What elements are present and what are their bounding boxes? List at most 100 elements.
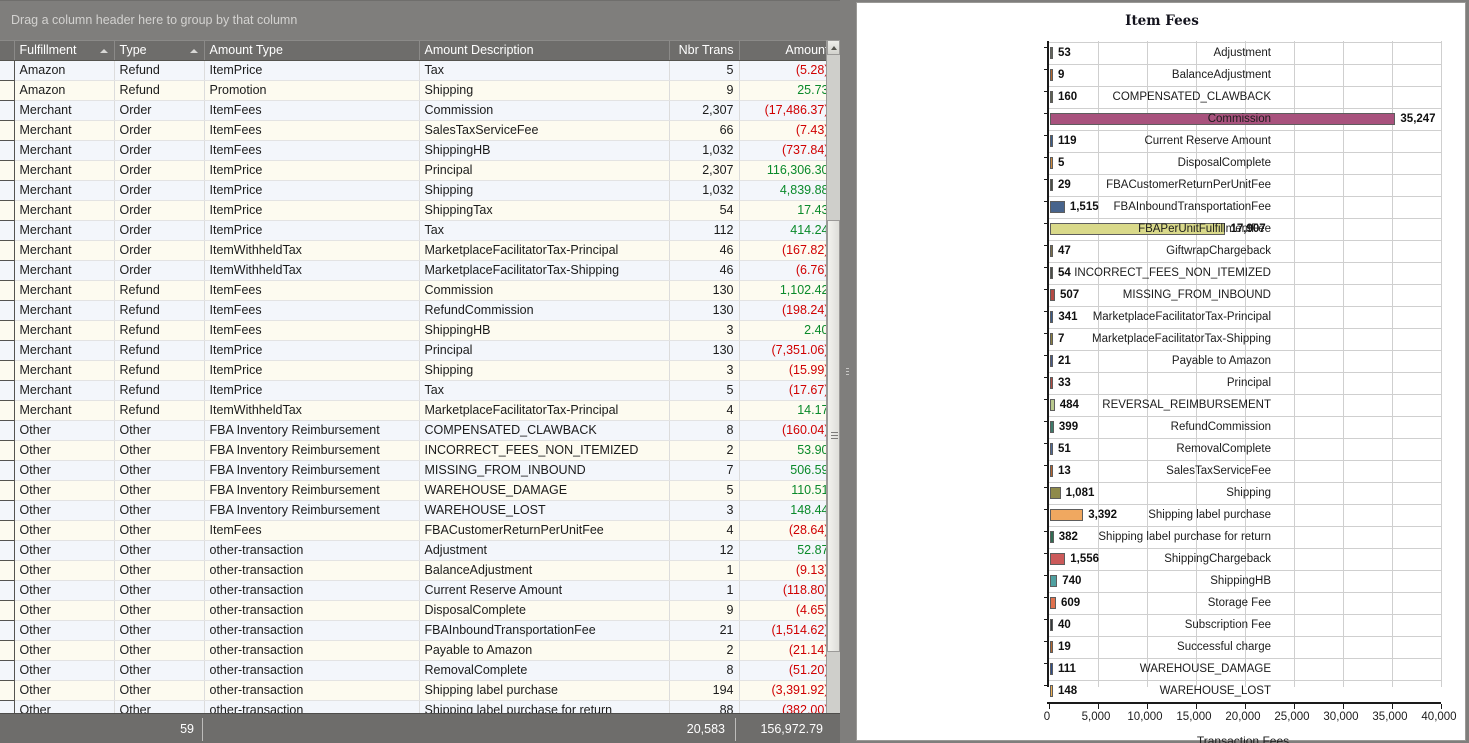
cell-amount: 52.87 xyxy=(739,540,835,561)
row-indicator-cell[interactable] xyxy=(0,380,15,401)
chart-x-tick-label: 40,000 xyxy=(1421,711,1457,723)
table-row[interactable]: Merchant Order ItemPrice ShippingTax 54 17.43 xyxy=(0,200,835,221)
table-row[interactable]: Merchant Refund ItemFees ShippingHB 3 2.40 xyxy=(0,320,835,341)
row-indicator-cell[interactable] xyxy=(0,420,15,441)
cell-nbr-trans: 1 xyxy=(669,580,740,601)
row-indicator-cell[interactable] xyxy=(0,400,15,421)
table-row[interactable]: Merchant Order ItemWithheldTax MarketplaceF… xyxy=(0,260,835,281)
cell-nbr-trans: 4 xyxy=(669,520,740,541)
column-header-amount-description[interactable]: Amount Description xyxy=(419,40,670,61)
table-row[interactable]: Amazon Refund ItemPrice Tax 5 (5.28) xyxy=(0,60,835,81)
cell-type: Other xyxy=(114,500,205,521)
row-indicator-cell[interactable] xyxy=(0,660,15,681)
row-indicator-cell[interactable] xyxy=(0,440,15,461)
row-indicator-cell[interactable] xyxy=(0,220,15,241)
table-row[interactable]: Merchant Refund ItemPrice Shipping 3 (15.99) xyxy=(0,360,835,381)
table-row[interactable]: Other Other other-transaction FBAInboundTra… xyxy=(0,620,835,641)
row-indicator-cell[interactable] xyxy=(0,140,15,161)
table-row[interactable]: Merchant Refund ItemFees RefundCommission 13… xyxy=(0,300,835,321)
row-indicator-cell[interactable] xyxy=(0,600,15,621)
row-indicator-cell[interactable] xyxy=(0,160,15,181)
chart-gridline-horizontal xyxy=(1049,636,1441,637)
cell-amount: (5.28) xyxy=(739,60,835,81)
cell-type: Other xyxy=(114,600,205,621)
row-indicator-cell[interactable] xyxy=(0,240,15,261)
row-indicator-cell[interactable] xyxy=(0,680,15,701)
cell-amount-type: ItemFees xyxy=(204,120,420,141)
row-indicator-cell[interactable] xyxy=(0,100,15,121)
row-indicator-cell[interactable] xyxy=(0,360,15,381)
row-indicator-cell[interactable] xyxy=(0,580,15,601)
table-row[interactable]: Other Other FBA Inventory Reimbursement WAR… xyxy=(0,500,835,521)
table-row[interactable]: Merchant Refund ItemFees Commission 130 1,102… xyxy=(0,280,835,301)
chevron-up-icon xyxy=(831,46,837,50)
cell-amount-type: other-transaction xyxy=(204,540,420,561)
row-indicator-cell[interactable] xyxy=(0,640,15,661)
row-indicator-cell[interactable] xyxy=(0,460,15,481)
table-row[interactable]: Merchant Order ItemFees SalesTaxServiceFee 6… xyxy=(0,120,835,141)
table-row[interactable]: Other Other other-transaction BalanceAdjust… xyxy=(0,560,835,581)
table-row[interactable]: Merchant Order ItemWithheldTax MarketplaceF… xyxy=(0,240,835,261)
cell-amount-type: ItemPrice xyxy=(204,360,420,381)
column-header-type[interactable]: Type xyxy=(114,40,205,61)
row-indicator-cell[interactable] xyxy=(0,620,15,641)
row-indicator-cell[interactable] xyxy=(0,560,15,581)
row-indicator-cell[interactable] xyxy=(0,520,15,541)
table-row[interactable]: Merchant Order ItemFees Commission 2,307 (17,… xyxy=(0,100,835,121)
table-row[interactable]: Other Other other-transaction Payable to Am… xyxy=(0,640,835,661)
table-row[interactable]: Merchant Order ItemFees ShippingHB 1,032 (737… xyxy=(0,140,835,161)
row-indicator-cell[interactable] xyxy=(0,480,15,501)
row-indicator-cell[interactable] xyxy=(0,300,15,321)
row-indicator-cell[interactable] xyxy=(0,340,15,361)
table-row[interactable]: Amazon Refund Promotion Shipping 9 25.73 xyxy=(0,80,835,101)
table-row[interactable]: Merchant Refund ItemPrice Tax 5 (17.67) xyxy=(0,380,835,401)
row-indicator-cell[interactable] xyxy=(0,80,15,101)
chart-gridline-vertical xyxy=(1294,41,1295,687)
row-indicator-cell[interactable] xyxy=(0,260,15,281)
row-indicator-cell[interactable] xyxy=(0,60,15,81)
table-row[interactable]: Other Other FBA Inventory Reimbursement WAR… xyxy=(0,480,835,501)
cell-amount: (21.14) xyxy=(739,640,835,661)
scrollbar-thumb[interactable] xyxy=(827,220,840,652)
grid-scroll-area[interactable]: Fulfillment Type Amount Type Amount Desc… xyxy=(0,40,840,721)
table-row[interactable]: Merchant Refund ItemPrice Principal 130 (7,35… xyxy=(0,340,835,361)
table-row[interactable]: Merchant Order ItemPrice Shipping 1,032 4,839… xyxy=(0,180,835,201)
row-indicator-cell[interactable] xyxy=(0,500,15,521)
table-row[interactable]: Merchant Order ItemPrice Principal 2,307 116,… xyxy=(0,160,835,181)
table-row[interactable]: Other Other other-transaction Current Reser… xyxy=(0,580,835,601)
table-row[interactable]: Merchant Refund ItemWithheldTax Marketplace… xyxy=(0,400,835,421)
cell-fulfillment: Merchant xyxy=(14,200,115,221)
table-row[interactable]: Other Other ItemFees FBACustomerReturnPerUn… xyxy=(0,520,835,541)
column-header-nbr-trans[interactable]: Nbr Trans xyxy=(669,40,740,61)
column-header-label: Amount xyxy=(785,43,829,57)
cell-amount: (15.99) xyxy=(739,360,835,381)
row-indicator-cell[interactable] xyxy=(0,200,15,221)
table-row[interactable]: Other Other FBA Inventory Reimbursement INC… xyxy=(0,440,835,461)
table-row[interactable]: Merchant Order ItemPrice Tax 112 414.24 xyxy=(0,220,835,241)
table-row[interactable]: Other Other FBA Inventory Reimbursement MIS… xyxy=(0,460,835,481)
column-header-amount-type[interactable]: Amount Type xyxy=(204,40,420,61)
panel-splitter[interactable] xyxy=(840,0,856,743)
row-indicator-cell[interactable] xyxy=(0,540,15,561)
cell-fulfillment: Merchant xyxy=(14,360,115,381)
cell-nbr-trans: 54 xyxy=(669,200,740,221)
scroll-up-button[interactable] xyxy=(827,40,840,55)
cell-nbr-trans: 2 xyxy=(669,640,740,661)
group-by-drop-area[interactable]: Drag a column header here to group by th… xyxy=(0,1,840,40)
table-row[interactable]: Other Other other-transaction Adjustment 12 5… xyxy=(0,540,835,561)
row-indicator-cell[interactable] xyxy=(0,120,15,141)
table-row[interactable]: Other Other other-transaction DisposalCompl… xyxy=(0,600,835,621)
row-indicator-cell[interactable] xyxy=(0,320,15,341)
table-row[interactable]: Other Other FBA Inventory Reimbursement COM… xyxy=(0,420,835,441)
row-indicator-cell[interactable] xyxy=(0,280,15,301)
table-row[interactable]: Other Other other-transaction RemovalComple… xyxy=(0,660,835,681)
column-header-fulfillment[interactable]: Fulfillment xyxy=(14,40,115,61)
table-row[interactable]: Other Other other-transaction Shipping labe… xyxy=(0,680,835,701)
cell-type: Refund xyxy=(114,340,205,361)
transactions-table: Fulfillment Type Amount Type Amount Desc… xyxy=(0,40,835,721)
grid-vertical-scrollbar[interactable] xyxy=(826,40,840,743)
row-indicator-cell[interactable] xyxy=(0,180,15,201)
column-header-amount[interactable]: Amount xyxy=(739,40,835,61)
chart-gridline-horizontal xyxy=(1049,174,1441,175)
cell-amount-type: ItemPrice xyxy=(204,200,420,221)
